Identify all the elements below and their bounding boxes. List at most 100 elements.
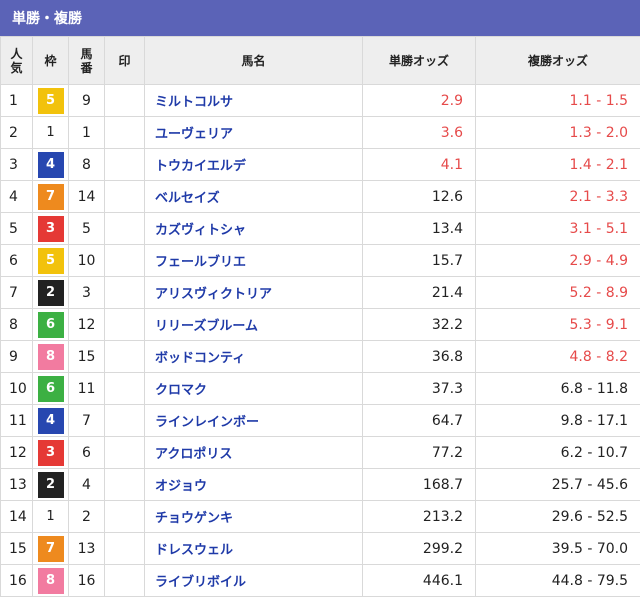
waku-cell: 2 [32,468,69,501]
mark-cell[interactable] [104,180,145,213]
horse-name-link[interactable]: フェールブリエ [155,255,246,270]
win-odds-cell: 299.2 [362,532,476,565]
waku-cell: 8 [32,564,69,597]
horse-name-link[interactable]: ミルトコルサ [155,95,233,110]
place-odds-cell: 4.8 - 8.2 [475,340,640,373]
table-row: 5 3 5 カズヴィトシャ 13.4 3.1 - 5.1 [0,212,640,245]
waku-badge: 4 [37,407,64,434]
horse-name-link[interactable]: チョウゲンキ [155,511,233,526]
place-odds-cell: 39.5 - 70.0 [475,532,640,565]
mark-cell[interactable] [104,436,145,469]
horse-name-link[interactable]: アクロポリス [155,447,232,462]
horse-name-link[interactable]: ラインレインボー [155,415,259,430]
popularity-cell: 2 [0,116,33,149]
place-odds-cell: 44.8 - 79.5 [475,564,640,597]
mark-cell[interactable] [104,276,145,309]
place-odds-cell: 5.2 - 8.9 [475,276,640,309]
horse-number-cell: 9 [68,84,105,117]
horse-number-cell: 5 [68,212,105,245]
place-odds-cell: 3.1 - 5.1 [475,212,640,245]
table-row: 16 8 16 ライブリボイル 446.1 44.8 - 79.5 [0,564,640,597]
popularity-cell: 10 [0,372,33,405]
popularity-cell: 14 [0,500,33,533]
mark-cell[interactable] [104,404,145,437]
horse-number-cell: 8 [68,148,105,181]
table-body: 1 5 9 ミルトコルサ 2.9 1.1 - 1.5 2 1 1 ユーヴェリア 3.6 1.3 - 2… [0,84,640,597]
waku-badge: 6 [37,311,64,338]
place-odds-cell: 25.7 - 45.6 [475,468,640,501]
win-odds-cell: 12.6 [362,180,476,213]
place-odds-cell: 9.8 - 17.1 [475,404,640,437]
mark-cell[interactable] [104,468,145,501]
waku-cell: 8 [32,340,69,373]
horse-name-link[interactable]: ボッドコンティ [155,351,245,366]
win-odds-cell: 168.7 [362,468,476,501]
horse-name-link[interactable]: ベルセイズ [155,191,220,206]
mark-cell[interactable] [104,500,145,533]
popularity-cell: 9 [0,340,33,373]
popularity-cell: 13 [0,468,33,501]
horse-number-cell: 15 [68,340,105,373]
horse-name-cell: アクロポリス [144,436,363,469]
horse-name-cell: リリーズブルーム [144,308,363,341]
mark-cell[interactable] [104,84,145,117]
waku-cell: 4 [32,148,69,181]
win-odds-cell: 36.8 [362,340,476,373]
mark-cell[interactable] [104,212,145,245]
horse-name-cell: ライブリボイル [144,564,363,597]
horse-name-link[interactable]: トウカイエルデ [155,159,246,174]
place-odds-cell: 6.8 - 11.8 [475,372,640,405]
popularity-cell: 12 [0,436,33,469]
mark-cell[interactable] [104,532,145,565]
mark-cell[interactable] [104,244,145,277]
place-odds-cell: 2.1 - 3.3 [475,180,640,213]
horse-name-link[interactable]: ライブリボイル [155,575,246,590]
odds-table: 人気 枠 馬番 印 馬名 単勝オッズ 複勝オッズ 1 5 9 ミルトコルサ 2.9 1.1… [0,36,640,597]
win-odds-cell: 32.2 [362,308,476,341]
table-row: 6 5 10 フェールブリエ 15.7 2.9 - 4.9 [0,244,640,277]
mark-cell[interactable] [104,564,145,597]
horse-name-link[interactable]: カズヴィトシャ [155,223,246,238]
waku-badge: 7 [37,183,64,210]
popularity-cell: 11 [0,404,33,437]
waku-badge: 7 [37,535,64,562]
waku-cell: 2 [32,276,69,309]
horse-name-link[interactable]: クロマク [155,383,207,398]
waku-cell: 5 [32,84,69,117]
horse-name-link[interactable]: リリーズブルーム [155,319,258,334]
waku-badge: 1 [37,503,64,530]
win-odds-cell: 37.3 [362,372,476,405]
place-odds-cell: 1.1 - 1.5 [475,84,640,117]
win-odds-cell: 64.7 [362,404,476,437]
waku-badge: 8 [37,567,64,594]
mark-cell[interactable] [104,116,145,149]
horse-number-cell: 14 [68,180,105,213]
table-row: 10 6 11 クロマク 37.3 6.8 - 11.8 [0,372,640,405]
table-row: 1 5 9 ミルトコルサ 2.9 1.1 - 1.5 [0,84,640,117]
horse-name-cell: フェールブリエ [144,244,363,277]
waku-badge: 5 [37,87,64,114]
table-row: 4 7 14 ベルセイズ 12.6 2.1 - 3.3 [0,180,640,213]
mark-cell[interactable] [104,340,145,373]
mark-cell[interactable] [104,308,145,341]
mark-cell[interactable] [104,148,145,181]
place-odds-cell: 29.6 - 52.5 [475,500,640,533]
popularity-cell: 5 [0,212,33,245]
horse-number-cell: 2 [68,500,105,533]
place-odds-cell: 1.4 - 2.1 [475,148,640,181]
horse-name-link[interactable]: ユーヴェリア [155,127,233,142]
mark-cell[interactable] [104,372,145,405]
horse-name-cell: ベルセイズ [144,180,363,213]
waku-cell: 6 [32,372,69,405]
horse-name-link[interactable]: アリスヴィクトリア [155,287,272,302]
horse-name-link[interactable]: オジョウ [155,479,207,494]
place-odds-cell: 5.3 - 9.1 [475,308,640,341]
waku-cell: 1 [32,116,69,149]
win-odds-cell: 3.6 [362,116,476,149]
waku-cell: 3 [32,212,69,245]
waku-badge: 6 [37,375,64,402]
waku-cell: 1 [32,500,69,533]
horse-name-cell: オジョウ [144,468,363,501]
horse-number-cell: 4 [68,468,105,501]
horse-name-link[interactable]: ドレスウェル [155,543,233,558]
